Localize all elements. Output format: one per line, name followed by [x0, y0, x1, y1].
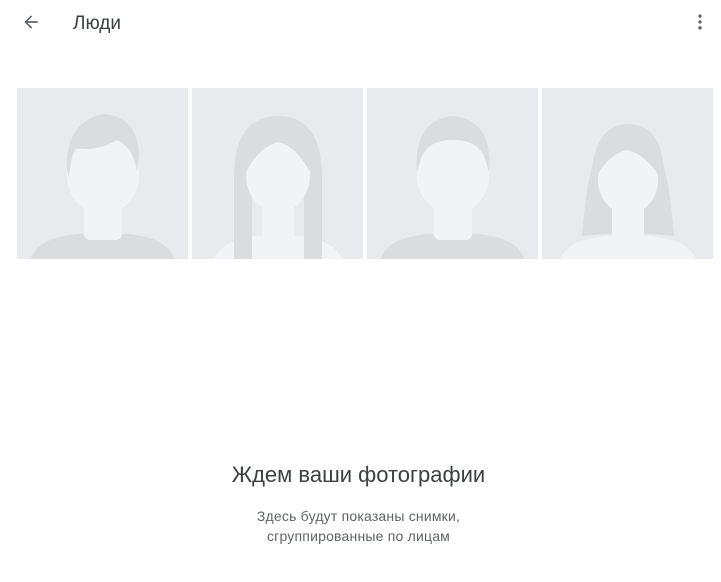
- back-button[interactable]: [14, 7, 48, 41]
- top-app-bar: Люди: [0, 0, 721, 48]
- page-title: Люди: [73, 13, 122, 34]
- more-options-button[interactable]: [683, 7, 717, 41]
- empty-state-description-line: сгруппированные по лицам: [266, 528, 451, 544]
- empty-state-title: Ждем ваши фотографии: [231, 462, 486, 487]
- face-placeholder-tile: [367, 88, 538, 259]
- female-silhouette-icon: [542, 88, 713, 259]
- female-silhouette-icon: [192, 88, 363, 259]
- male-silhouette-icon: [17, 88, 188, 259]
- male-silhouette-icon: [367, 88, 538, 259]
- empty-state-description-line: Здесь будут показаны снимки,: [256, 508, 461, 524]
- face-placeholder-tile: [542, 88, 713, 259]
- face-placeholder-tile: [192, 88, 363, 259]
- face-placeholder-grid: [17, 88, 713, 259]
- empty-state-description: Здесь будут показаны снимки, сгруппирова…: [0, 506, 717, 546]
- more-vert-icon: [690, 12, 710, 37]
- arrow-back-icon: [21, 12, 41, 37]
- face-placeholder-tile: [17, 88, 188, 259]
